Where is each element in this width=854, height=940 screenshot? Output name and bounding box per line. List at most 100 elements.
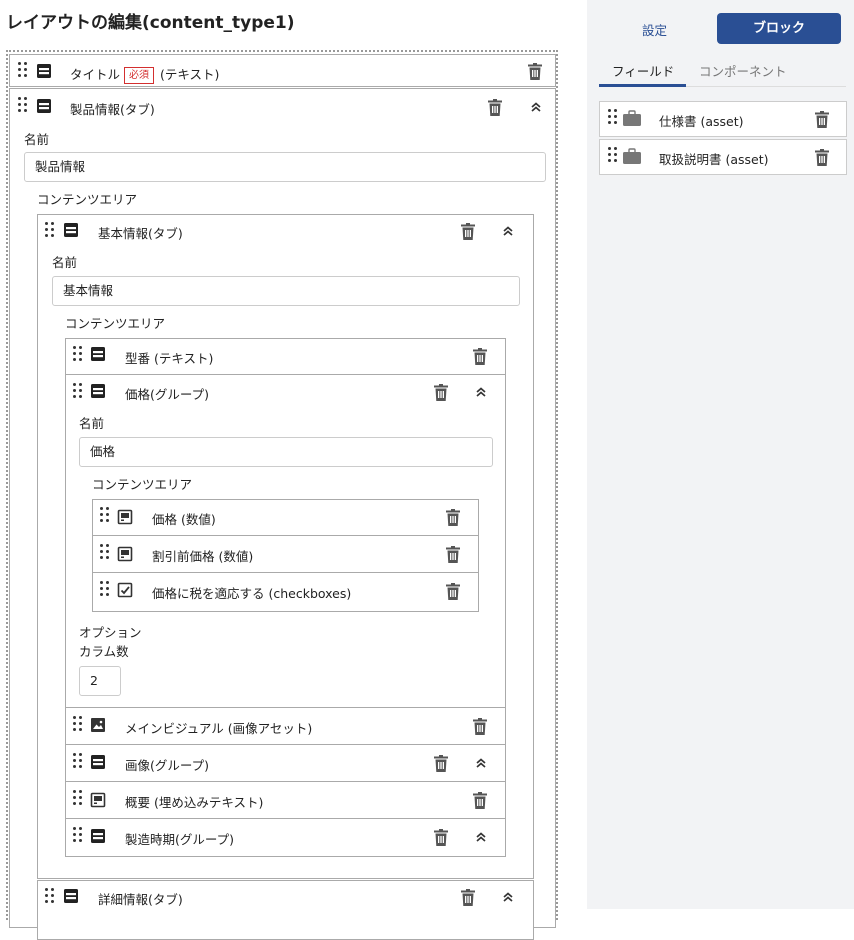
field-label: 価格に税を適応する (checkboxes) — [152, 586, 352, 601]
block-button[interactable]: ブロック — [717, 13, 841, 44]
group-row-manufacture[interactable]: 製造時期(グループ) — [66, 820, 505, 856]
tab-divider — [686, 86, 846, 87]
drag-handle-icon[interactable] — [100, 507, 110, 527]
field-label: メインビジュアル (画像アセット) — [125, 721, 313, 736]
checkbox-field-icon — [117, 582, 133, 598]
trash-icon[interactable] — [446, 583, 460, 600]
field-row-overview[interactable]: 概要 (埋め込みテキスト) — [66, 783, 505, 819]
block-icon — [36, 98, 52, 114]
content-area: 価格 (数値) 割引前価格 (数値) 価格に税を適応する (checkboxes… — [92, 499, 479, 612]
tab-block-product-info: 製品情報(タブ) 名前 製品情報 コンテンツエリア 基本情報(タブ) 名前 基本… — [9, 88, 556, 940]
trash-icon[interactable] — [434, 755, 448, 772]
drag-handle-icon[interactable] — [100, 544, 110, 564]
field-label: 概要 (埋め込みテキスト) — [125, 795, 264, 810]
tab-block-basic-info: 基本情報(タブ) 名前 基本情報 コンテンツエリア 型番 (テキスト) 価格(グ… — [37, 214, 534, 879]
collapse-chevron-icon[interactable] — [502, 225, 514, 237]
field-label: 価格 (数値) — [152, 512, 216, 527]
drag-handle-icon[interactable] — [608, 109, 618, 129]
expand-chevron-icon[interactable] — [502, 891, 514, 903]
name-input[interactable]: 基本情報 — [52, 276, 520, 306]
collapse-chevron-icon[interactable] — [530, 101, 542, 113]
trash-icon[interactable] — [461, 223, 475, 240]
component-item-manual[interactable]: 取扱説明書 (asset) — [599, 139, 847, 175]
trash-icon[interactable] — [434, 829, 448, 846]
drag-handle-icon[interactable] — [73, 346, 83, 366]
columns-input[interactable]: 2 — [79, 666, 121, 696]
expand-chevron-icon[interactable] — [475, 831, 487, 843]
drag-handle-icon[interactable] — [45, 222, 55, 242]
field-label: 型番 (テキスト) — [125, 351, 214, 366]
embedded-text-icon — [90, 792, 106, 808]
name-input[interactable]: 製品情報 — [24, 152, 546, 182]
drag-handle-icon[interactable] — [608, 147, 618, 167]
trash-icon[interactable] — [473, 792, 487, 809]
content-area-label: コンテンツエリア — [65, 316, 166, 331]
drag-handle-icon[interactable] — [100, 581, 110, 601]
field-row-tax-checkbox[interactable]: 価格に税を適応する (checkboxes) — [93, 574, 478, 610]
drag-handle-icon[interactable] — [73, 753, 83, 773]
block-label: 画像(グループ) — [125, 758, 210, 773]
block-icon — [90, 828, 106, 844]
field-row-title[interactable]: タイトル 必須 (テキスト) — [9, 54, 556, 87]
required-badge: 必須 — [124, 67, 155, 84]
drag-handle-icon[interactable] — [73, 790, 83, 810]
trash-icon[interactable] — [473, 718, 487, 735]
block-icon — [63, 888, 79, 904]
number-field-icon — [117, 509, 133, 525]
block-label: 製品情報(タブ) — [70, 102, 155, 117]
component-label: 仕様書 (asset) — [659, 114, 744, 129]
image-icon — [90, 717, 106, 733]
field-row-discount-price[interactable]: 割引前価格 (数値) — [93, 537, 478, 573]
briefcase-icon — [623, 110, 641, 126]
options-label: オプション — [79, 625, 142, 640]
field-row-model[interactable]: 型番 (テキスト) — [66, 339, 505, 375]
name-label: 名前 — [79, 416, 105, 431]
block-icon — [36, 63, 52, 79]
content-area-label: コンテンツエリア — [37, 192, 138, 207]
trash-icon[interactable] — [815, 149, 829, 166]
page-title: レイアウトの編集(content_type1) — [6, 13, 295, 33]
sidebar: 設定 ブロック フィールド コンポーネント 仕様書 (asset) 取扱説明書 … — [587, 0, 854, 909]
drag-handle-icon[interactable] — [45, 888, 55, 908]
tab-field[interactable]: フィールド — [612, 61, 674, 80]
field-row-main-visual[interactable]: メインビジュアル (画像アセット) — [66, 709, 505, 745]
group-row-image[interactable]: 画像(グループ) — [66, 746, 505, 782]
component-item-spec[interactable]: 仕様書 (asset) — [599, 101, 847, 137]
drag-handle-icon[interactable] — [18, 62, 28, 82]
field-row-price[interactable]: 価格 (数値) — [93, 500, 478, 536]
trash-icon[interactable] — [815, 111, 829, 128]
trash-icon[interactable] — [446, 546, 460, 563]
columns-label: カラム数 — [79, 644, 129, 659]
block-label: 基本情報(タブ) — [98, 226, 183, 241]
tab-block-detail-info[interactable]: 詳細情報(タブ) — [37, 880, 534, 940]
trash-icon[interactable] — [461, 889, 475, 906]
number-field-icon — [117, 546, 133, 562]
content-area-label: コンテンツエリア — [92, 477, 193, 492]
trash-icon[interactable] — [528, 63, 542, 80]
trash-icon[interactable] — [434, 384, 448, 401]
name-input[interactable]: 価格 — [79, 437, 493, 467]
trash-icon[interactable] — [488, 99, 502, 116]
settings-tab[interactable]: 設定 — [642, 20, 667, 39]
field-label: 割引前価格 (数値) — [152, 549, 254, 564]
content-area: 型番 (テキスト) 価格(グループ) 名前 価格 コンテンツエリア 価格 (数値… — [65, 338, 506, 857]
field-label: タイトル — [70, 67, 121, 82]
block-icon — [90, 754, 106, 770]
drag-handle-icon[interactable] — [73, 383, 83, 403]
tab-component[interactable]: コンポーネント — [699, 61, 787, 80]
drag-handle-icon[interactable] — [73, 716, 83, 736]
collapse-chevron-icon[interactable] — [475, 386, 487, 398]
block-label: 製造時期(グループ) — [125, 832, 235, 847]
name-label: 名前 — [52, 255, 78, 270]
trash-icon[interactable] — [473, 348, 487, 365]
trash-icon[interactable] — [446, 509, 460, 526]
block-icon — [90, 383, 106, 399]
block-label: 価格(グループ) — [125, 387, 210, 402]
expand-chevron-icon[interactable] — [475, 757, 487, 769]
block-label: 詳細情報(タブ) — [98, 892, 183, 907]
briefcase-icon — [623, 148, 641, 164]
block-icon — [63, 222, 79, 238]
drag-handle-icon[interactable] — [18, 97, 28, 117]
block-icon — [90, 346, 106, 362]
drag-handle-icon[interactable] — [73, 827, 83, 847]
